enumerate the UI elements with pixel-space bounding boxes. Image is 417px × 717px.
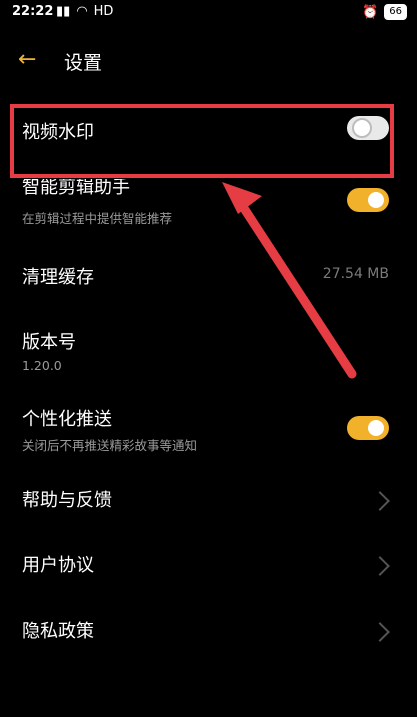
status-time: 22:22 bbox=[12, 4, 54, 19]
status-right: ⏰ 66 bbox=[362, 4, 407, 20]
network-type: HD bbox=[93, 4, 114, 19]
setting-title: 版本号 bbox=[22, 332, 76, 353]
setting-version: 版本号 1.20.0 bbox=[0, 320, 417, 376]
setting-subtitle: 关闭后不再推送精彩故事等通知 bbox=[22, 438, 198, 453]
setting-subtitle: 在剪辑过程中提供智能推荐 bbox=[22, 211, 173, 226]
setting-smart-edit-assistant: 智能剪辑助手 在剪辑过程中提供智能推荐 bbox=[0, 178, 417, 230]
setting-title: 隐私政策 bbox=[22, 621, 94, 642]
annotation-highlight-box bbox=[10, 104, 394, 178]
setting-title: 个性化推送 bbox=[22, 409, 112, 430]
chevron-right-icon bbox=[370, 556, 390, 576]
smart-edit-toggle[interactable] bbox=[347, 188, 389, 212]
version-number: 1.20.0 bbox=[22, 358, 62, 373]
back-arrow-icon[interactable]: ← bbox=[18, 48, 46, 72]
setting-title: 清理缓存 bbox=[22, 267, 94, 288]
setting-help-feedback[interactable]: 帮助与反馈 bbox=[0, 478, 417, 522]
alarm-icon: ⏰ bbox=[362, 4, 379, 20]
setting-title: 用户协议 bbox=[22, 555, 94, 576]
personalized-push-toggle[interactable] bbox=[347, 416, 389, 440]
setting-user-agreement[interactable]: 用户协议 bbox=[0, 543, 417, 587]
setting-title: 帮助与反馈 bbox=[22, 490, 112, 511]
page-title: 设置 bbox=[64, 52, 103, 74]
wifi-icon: ◠ bbox=[76, 4, 88, 19]
setting-clear-cache[interactable]: 清理缓存 27.54 MB bbox=[0, 255, 417, 299]
signal-icon: ▮▮ bbox=[56, 4, 71, 19]
toggle-knob bbox=[368, 420, 384, 436]
battery-indicator: 66 bbox=[384, 4, 407, 20]
setting-privacy-policy[interactable]: 隐私政策 bbox=[0, 609, 417, 653]
status-bar: 22:22 ▮▮ ◠ HD ⏰ 66 bbox=[0, 0, 417, 24]
toggle-knob bbox=[368, 192, 384, 208]
status-icons: ▮▮ ◠ HD bbox=[56, 4, 113, 19]
setting-personalized-push: 个性化推送 关闭后不再推送精彩故事等通知 bbox=[0, 397, 417, 453]
chevron-right-icon bbox=[370, 622, 390, 642]
chevron-right-icon bbox=[370, 491, 390, 511]
cache-size-value: 27.54 MB bbox=[322, 266, 389, 282]
header: ← 设置 bbox=[0, 40, 417, 80]
